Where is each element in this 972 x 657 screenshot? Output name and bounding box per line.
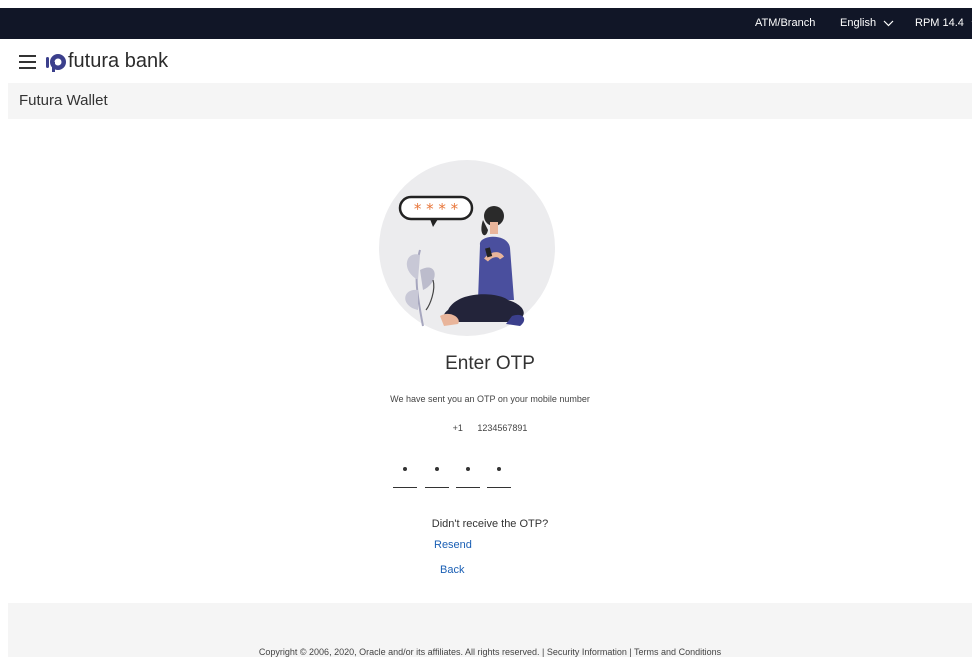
otp-digit-4[interactable] <box>487 463 511 488</box>
page-header: Futura Wallet <box>8 83 972 119</box>
otp-digit-3[interactable] <box>456 463 480 488</box>
otp-digit-1[interactable] <box>393 463 417 488</box>
chevron-down-icon <box>883 20 894 26</box>
header: futura bank <box>8 39 972 83</box>
top-bar: ATM/Branch English RPM 14.4 <box>0 8 972 39</box>
otp-digit-2[interactable] <box>425 463 449 488</box>
atm-branch-link[interactable]: ATM/Branch <box>755 8 815 39</box>
bank-logo-icon <box>46 54 66 72</box>
otp-panel: * * * * Enter OTP We have sent you an OT… <box>8 119 972 603</box>
resend-link[interactable]: Resend <box>434 539 472 551</box>
resend-prompt: Didn't receive the OTP? <box>431 518 549 530</box>
otp-message: We have sent you an OTP on your mobile n… <box>390 394 590 404</box>
footer-copyright: Copyright © 2006, 2020, Oracle and/or it… <box>258 647 722 657</box>
footer: Copyright © 2006, 2020, Oracle and/or it… <box>8 603 972 657</box>
page-title: Futura Wallet <box>19 92 108 109</box>
country-code: +1 <box>452 423 463 433</box>
language-selector[interactable]: English <box>840 8 894 39</box>
atm-branch-label: ATM/Branch <box>755 17 816 29</box>
back-link[interactable]: Back <box>440 564 464 576</box>
hamburger-menu-icon[interactable] <box>19 55 36 69</box>
svg-text:* * * *: * * * * <box>414 200 459 218</box>
bank-name: futura bank <box>68 50 169 72</box>
otp-heading: Enter OTP <box>445 353 535 374</box>
otp-input-group <box>393 463 513 488</box>
mobile-number-value: 1234567891 <box>477 423 528 433</box>
user-label: RPM 14.4 <box>915 17 964 29</box>
otp-illustration-icon: * * * * <box>379 160 555 336</box>
user-menu[interactable]: RPM 14.4 <box>915 8 972 39</box>
mobile-number: +1 1234567891 <box>8 423 972 433</box>
language-label: English <box>840 17 877 29</box>
